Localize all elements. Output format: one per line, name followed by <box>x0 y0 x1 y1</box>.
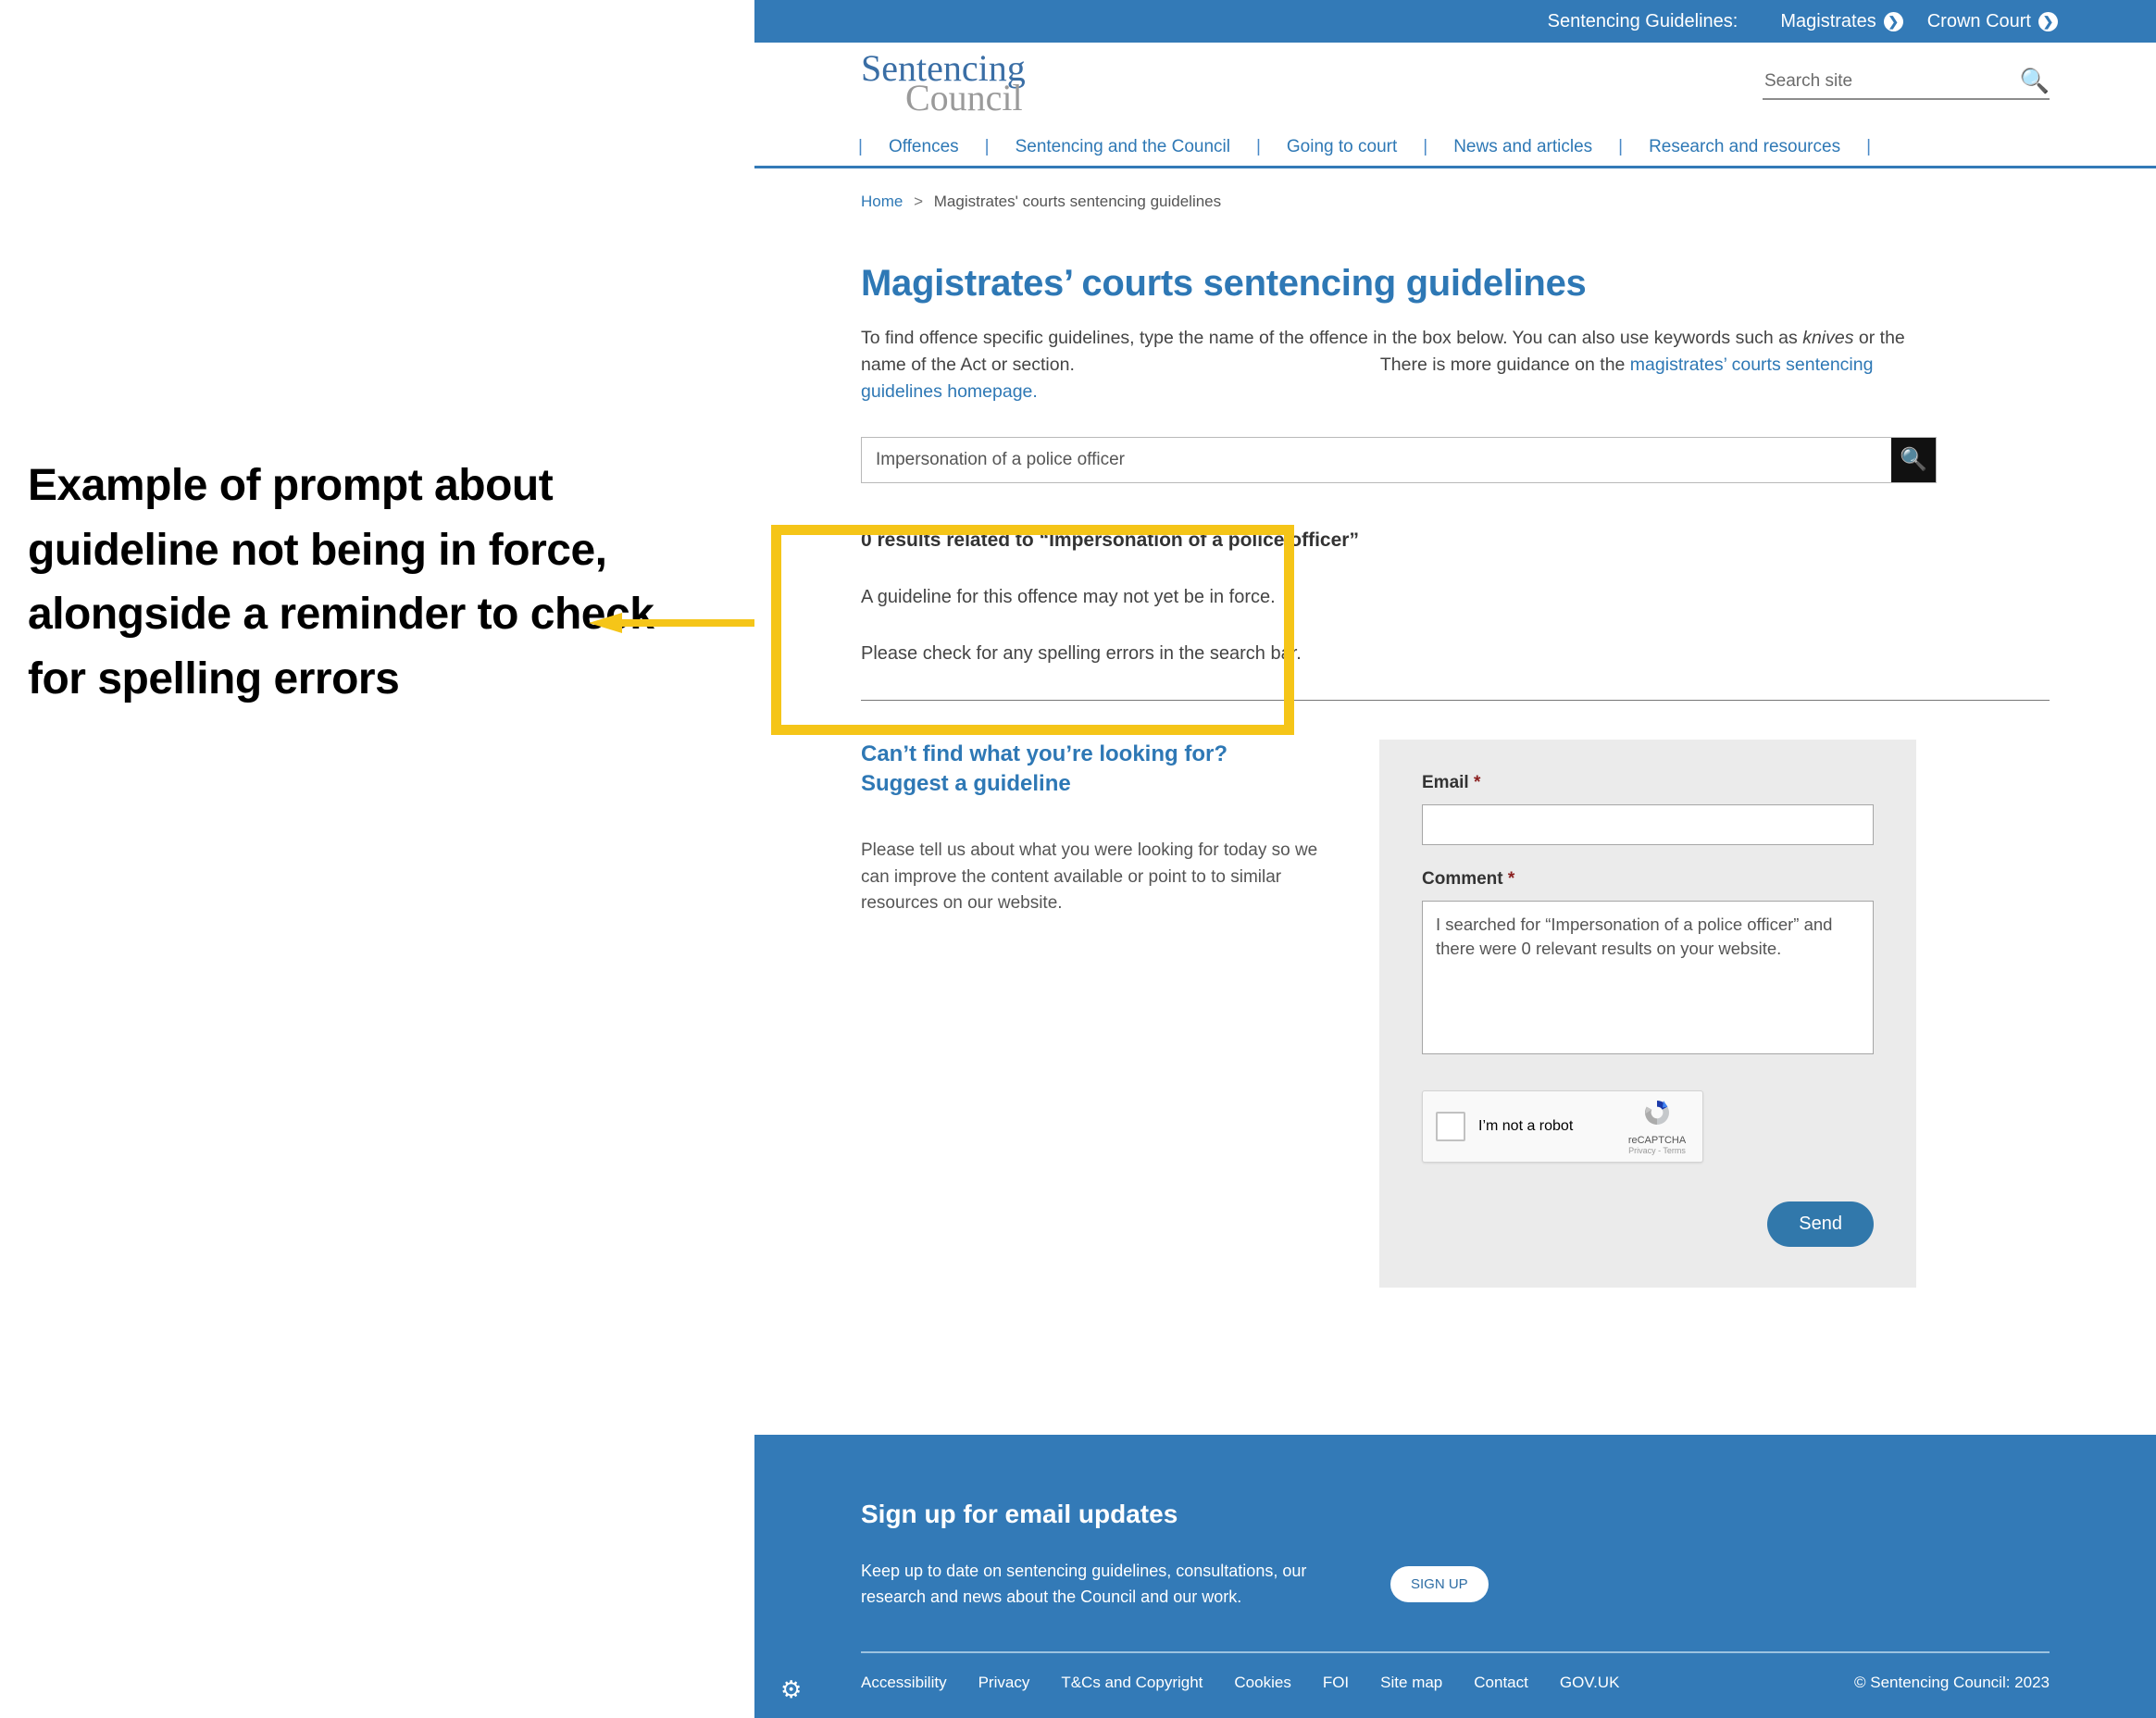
masthead: Sentencing Council 🔍 <box>754 43 2156 128</box>
footer-heading: Sign up for email updates <box>861 1500 1178 1528</box>
nav-item-sentencing-and-the-council[interactable]: Sentencing and the Council <box>990 137 1256 157</box>
footer-link-tcs-and-copyright[interactable]: T&Cs and Copyright <box>1061 1674 1203 1692</box>
breadcrumb-current: Magistrates' courts sentencing guideline… <box>933 193 1222 210</box>
breadcrumb-separator: > <box>914 193 924 210</box>
nav-divider: | <box>1866 136 1872 156</box>
chevron-right-icon: ❯ <box>1883 11 1903 31</box>
intro-keyword: knives <box>1802 328 1854 348</box>
results-message-spelling: Please check for any spelling errors in … <box>861 642 1302 664</box>
intro-text-part-3: There is more guidance on the <box>1379 354 1630 375</box>
recaptcha-widget[interactable]: I’m not a robot reCAPTCHA Privacy - Term… <box>1422 1089 1703 1163</box>
suggest-body: Please tell us about what you were looki… <box>861 840 1318 914</box>
nav-item-research-and-resources[interactable]: Research and resources <box>1623 137 1866 157</box>
utility-link-magistrates[interactable]: Magistrates ❯ <box>1780 10 1903 32</box>
search-results: 0 results related to “Impersonation of a… <box>861 529 2050 701</box>
email-label: Email * <box>1422 773 1874 793</box>
footer-signup-block: Sign up for email updates Keep up to dat… <box>754 1435 2156 1611</box>
chevron-right-icon: ❯ <box>2038 11 2058 31</box>
email-required-marker: * <box>1473 772 1481 792</box>
suggest-a-guideline-section: Can’t find what you’re looking for? Sugg… <box>861 739 2050 1288</box>
footer-link-accessibility[interactable]: Accessibility <box>861 1674 947 1692</box>
comment-field[interactable]: I searched for “Impersonation of a polic… <box>1422 900 1874 1054</box>
logo-line-2: Council <box>905 77 1023 118</box>
footer-link-contact[interactable]: Contact <box>1474 1674 1528 1692</box>
footer-link-gov-uk[interactable]: GOV.UK <box>1560 1674 1620 1692</box>
main-navigation: | Offences | Sentencing and the Council … <box>754 128 2156 168</box>
suggest-heading: Can’t find what you’re looking for? Sugg… <box>861 740 1342 800</box>
email-label-text: Email <box>1422 772 1469 792</box>
recaptcha-checkbox[interactable] <box>1436 1111 1465 1141</box>
breadcrumb-home[interactable]: Home <box>861 193 903 210</box>
utility-bar: Sentencing Guidelines: Magistrates ❯ Cro… <box>754 0 2156 43</box>
recaptcha-branding: reCAPTCHA Privacy - Terms <box>1617 1097 1697 1155</box>
nav-item-offences[interactable]: Offences <box>863 137 985 157</box>
footer-link-foi[interactable]: FOI <box>1323 1674 1349 1692</box>
send-button[interactable]: Send <box>1767 1201 1874 1247</box>
footer-body: Keep up to date on sentencing guidelines… <box>861 1562 1307 1606</box>
email-field[interactable] <box>1422 803 1874 845</box>
footer-link-site-map[interactable]: Site map <box>1380 1674 1442 1692</box>
site-search-input[interactable] <box>1763 70 1988 93</box>
suggest-form: Email * Comment * I searched for “Impers… <box>1379 739 1916 1288</box>
nav-item-news-and-articles[interactable]: News and articles <box>1427 137 1618 157</box>
offence-search-input[interactable] <box>862 437 1891 482</box>
footer-signup-row: Keep up to date on sentencing guidelines… <box>861 1559 2050 1611</box>
results-message-not-in-force: A guideline for this offence may not yet… <box>861 586 1276 607</box>
comment-required-marker: * <box>1507 868 1515 889</box>
sign-up-button[interactable]: SIGN UP <box>1390 1566 1489 1603</box>
utility-link-crown-court[interactable]: Crown Court ❯ <box>1927 11 2058 32</box>
utility-link-magistrates-label: Magistrates <box>1780 10 1876 31</box>
page-title: Magistrates’ courts sentencing guideline… <box>861 263 1587 304</box>
browser-page: Sentencing Guidelines: Magistrates ❯ Cro… <box>754 0 2156 1718</box>
utility-link-crown-court-label: Crown Court <box>1926 10 2031 31</box>
comment-label-text: Comment <box>1422 868 1503 889</box>
suggest-heading-line-1: Can’t find what you’re looking for? <box>861 741 1228 766</box>
recaptcha-label: I’m not a robot <box>1478 1117 1574 1134</box>
offence-search: 🔍 <box>861 436 1937 483</box>
site-logo[interactable]: Sentencing Council <box>861 50 1026 117</box>
suggest-heading-line-2: Suggest a guideline <box>861 770 1071 796</box>
intro-paragraph: To find offence specific guidelines, typ… <box>861 325 1916 405</box>
recaptcha-brand-label: reCAPTCHA <box>1627 1135 1687 1147</box>
suggest-text-column: Can’t find what you’re looking for? Sugg… <box>861 740 1379 1288</box>
comment-label: Comment * <box>1422 869 1874 890</box>
annotation-caption: Example of prompt about guideline not be… <box>28 461 654 703</box>
results-count: 0 results related to “Impersonation of a… <box>861 529 1359 551</box>
footer-link-privacy[interactable]: Privacy <box>978 1674 1030 1692</box>
results-divider <box>861 699 2050 701</box>
site-search: 🔍 <box>1763 68 2050 100</box>
main-content: Home > Magistrates' courts sentencing gu… <box>754 193 2156 1288</box>
utility-bar-label: Sentencing Guidelines: <box>1547 10 1739 31</box>
recaptcha-logo-icon <box>1645 1101 1669 1126</box>
footer-copyright: © Sentencing Council: 2023 <box>1854 1673 2050 1691</box>
recaptcha-legal-links[interactable]: Privacy - Terms <box>1617 1146 1697 1155</box>
breadcrumb: Home > Magistrates' courts sentencing gu… <box>861 193 2050 211</box>
footer-link-cookies[interactable]: Cookies <box>1234 1674 1290 1692</box>
gear-icon[interactable]: ⚙ <box>780 1677 802 1701</box>
search-icon[interactable]: 🔍 <box>2020 68 2050 93</box>
send-row: Send <box>1422 1201 1874 1247</box>
intro-text-part-1: To find offence specific guidelines, typ… <box>861 328 1803 348</box>
nav-item-going-to-court[interactable]: Going to court <box>1261 137 1423 157</box>
footer-links: Accessibility Privacy T&Cs and Copyright… <box>754 1653 2156 1692</box>
site-footer: Sign up for email updates Keep up to dat… <box>754 1435 2156 1718</box>
offence-search-button[interactable]: 🔍 <box>1891 437 1936 482</box>
